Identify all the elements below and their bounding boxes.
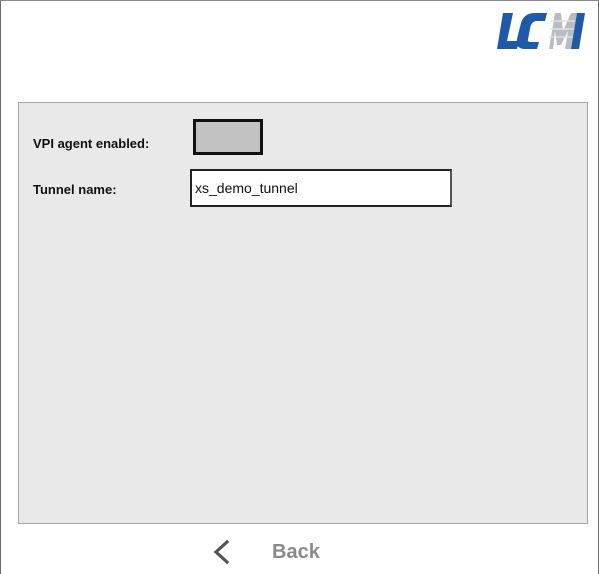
vpi-agent-toggle[interactable] xyxy=(193,119,263,155)
tunnel-name-label: Tunnel name: xyxy=(33,182,117,197)
tunnel-name-input[interactable] xyxy=(190,169,452,207)
settings-panel: VPI agent enabled: Tunnel name: xyxy=(18,102,588,524)
vpi-agent-label: VPI agent enabled: xyxy=(33,136,150,151)
chevron-left-icon xyxy=(213,539,230,565)
back-label: Back xyxy=(272,540,320,563)
app-window: VPI agent enabled: Tunnel name: Back xyxy=(0,0,599,574)
back-button[interactable]: Back xyxy=(209,537,320,567)
lcm-logo xyxy=(497,13,585,49)
